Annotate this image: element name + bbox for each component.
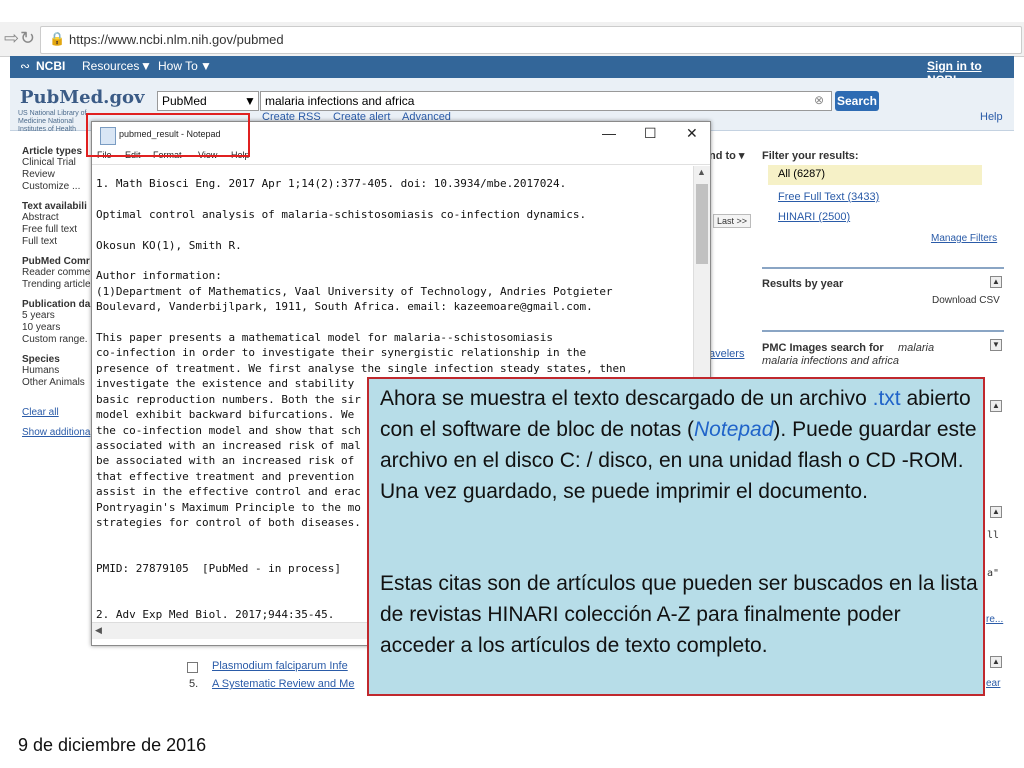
- explanation-callout: Ahora se muestra el texto descargado de …: [367, 377, 985, 696]
- filter-full-text[interactable]: Full text: [22, 236, 92, 248]
- result-checkbox[interactable]: [187, 662, 198, 673]
- resources-chevron-icon[interactable]: ▼: [140, 59, 152, 73]
- slide-date: 9 de diciembre de 2016: [18, 735, 207, 755]
- filter-humans[interactable]: Humans: [22, 365, 92, 377]
- clear-search-icon[interactable]: ⊗: [814, 93, 824, 107]
- dropdown-arrow-icon: ▼: [244, 94, 256, 108]
- filter-trending-articles[interactable]: Trending article: [22, 279, 92, 291]
- highlight-rectangle: [86, 113, 250, 157]
- filter-text-availability-heading: Text availabili: [22, 201, 87, 212]
- filter-results-heading: Filter your results:: [762, 150, 859, 162]
- filter-custom-range[interactable]: Custom range.: [22, 334, 92, 346]
- scroll-up-icon[interactable]: ▲: [697, 167, 706, 177]
- lock-icon: 🔒: [49, 31, 66, 46]
- filter-free-full-text-link[interactable]: Free Full Text (3433): [778, 191, 879, 203]
- howto-chevron-icon[interactable]: ▼: [200, 59, 212, 73]
- search-input[interactable]: malaria infections and africa ⊗: [260, 91, 832, 111]
- reload-icon[interactable]: ↻: [20, 28, 35, 49]
- scroll-left-icon[interactable]: ◀: [95, 625, 102, 636]
- left-filters: Article types Clinical Trial Review Cust…: [22, 146, 92, 439]
- collapse-icon[interactable]: ▲: [990, 400, 1002, 412]
- last-page-button[interactable]: Last >>: [713, 214, 752, 228]
- callout-txt-highlight: .txt: [872, 387, 901, 410]
- scrollbar-thumb[interactable]: [696, 184, 708, 264]
- search-input-value: malaria infections and africa: [265, 94, 415, 108]
- search-button[interactable]: Search: [835, 91, 879, 111]
- clear-link[interactable]: ear: [986, 678, 1000, 689]
- filter-5-years[interactable]: 5 years: [22, 310, 92, 322]
- collapse-icon[interactable]: ▲: [990, 656, 1002, 668]
- pubmed-logo[interactable]: PubMed.gov: [20, 87, 145, 108]
- callout-notepad-highlight: Notepad: [694, 418, 774, 441]
- clear-all-link[interactable]: Clear all: [22, 407, 92, 419]
- close-icon[interactable]: ✕: [686, 125, 698, 142]
- pmc-query: malaria infections and africa: [762, 355, 899, 367]
- help-link[interactable]: Help: [980, 111, 1003, 123]
- results-list: Plasmodium falciparum Infe 5. A Systemat…: [187, 660, 367, 696]
- resources-menu[interactable]: Resources: [82, 59, 139, 73]
- expand-icon[interactable]: ▼: [990, 339, 1002, 351]
- filter-customize[interactable]: Customize ...: [22, 181, 92, 193]
- filter-all-label: All (6287): [778, 168, 826, 180]
- pmc-query-part1: malaria: [898, 342, 935, 354]
- filter-commons-heading: PubMed Comr: [22, 256, 90, 267]
- ncbi-logo-icon[interactable]: ∾: [20, 59, 30, 73]
- result-number: 5.: [189, 678, 199, 690]
- list-item: Plasmodium falciparum Infe: [187, 660, 367, 678]
- more-link[interactable]: re...: [986, 614, 1003, 625]
- pmc-images-heading: PMC Images search for: [762, 342, 884, 354]
- ncbi-topbar: ∾ NCBI Resources ▼ How To ▼ Sign in to N…: [10, 56, 1014, 87]
- filter-review[interactable]: Review: [22, 169, 92, 181]
- collapse-icon[interactable]: ▲: [990, 276, 1002, 288]
- show-additional-filters-link[interactable]: Show additiona: [22, 427, 92, 439]
- list-item: 5. A Systematic Review and Me: [187, 678, 367, 696]
- callout-paragraph-1: Ahora se muestra el texto descargado de …: [380, 383, 978, 507]
- filter-free-full-text[interactable]: Free full text: [22, 224, 92, 236]
- result-title-link[interactable]: A Systematic Review and Me: [212, 678, 354, 690]
- filter-abstract[interactable]: Abstract: [22, 212, 92, 224]
- filter-all-selected[interactable]: All (6287): [768, 165, 982, 185]
- collapse-icon[interactable]: ▲: [990, 506, 1002, 518]
- filter-other-animals[interactable]: Other Animals: [22, 377, 92, 389]
- address-bar[interactable]: 🔒 https://www.ncbi.nlm.nih.gov/pubmed: [40, 26, 1022, 54]
- browser-toolbar: ⇨ ↻ 🔒 https://www.ncbi.nlm.nih.gov/pubme…: [0, 22, 1024, 57]
- back-icon[interactable]: ⇨: [4, 28, 19, 49]
- divider: [762, 330, 1004, 332]
- maximize-icon[interactable]: ☐: [644, 125, 657, 142]
- callout-text: Ahora se muestra el texto descargado de …: [380, 387, 873, 410]
- filter-publication-dates-heading: Publication da: [22, 299, 91, 310]
- download-csv-link[interactable]: Download CSV: [932, 295, 1000, 306]
- filter-reader-comments[interactable]: Reader comme: [22, 267, 92, 279]
- filter-article-types-heading: Article types: [22, 146, 83, 157]
- callout-paragraph-2: Estas citas son de artículos que pueden …: [380, 572, 978, 657]
- url-text: https://www.ncbi.nlm.nih.gov/pubmed: [69, 32, 284, 47]
- minimize-icon[interactable]: —: [602, 125, 616, 141]
- manage-filters-link[interactable]: Manage Filters: [931, 233, 997, 244]
- results-by-year-heading: Results by year: [762, 278, 844, 290]
- cut-text-a: a": [987, 568, 1000, 579]
- result-title-link[interactable]: Plasmodium falciparum Infe: [212, 660, 348, 672]
- filter-species-heading: Species: [22, 354, 60, 365]
- ncbi-logo[interactable]: NCBI: [36, 59, 65, 73]
- database-select[interactable]: PubMed ▼: [157, 91, 259, 111]
- travelers-link[interactable]: avelers: [709, 348, 744, 360]
- filter-hinari-link[interactable]: HINARI (2500): [778, 211, 850, 223]
- howto-menu[interactable]: How To: [158, 59, 198, 73]
- cut-text-ll: ll: [987, 530, 1000, 541]
- database-select-value: PubMed: [162, 94, 207, 108]
- filter-10-years[interactable]: 10 years: [22, 322, 92, 334]
- send-to-menu[interactable]: nd to ▾: [709, 149, 744, 162]
- filter-clinical-trial[interactable]: Clinical Trial: [22, 157, 92, 169]
- divider: [762, 267, 1004, 269]
